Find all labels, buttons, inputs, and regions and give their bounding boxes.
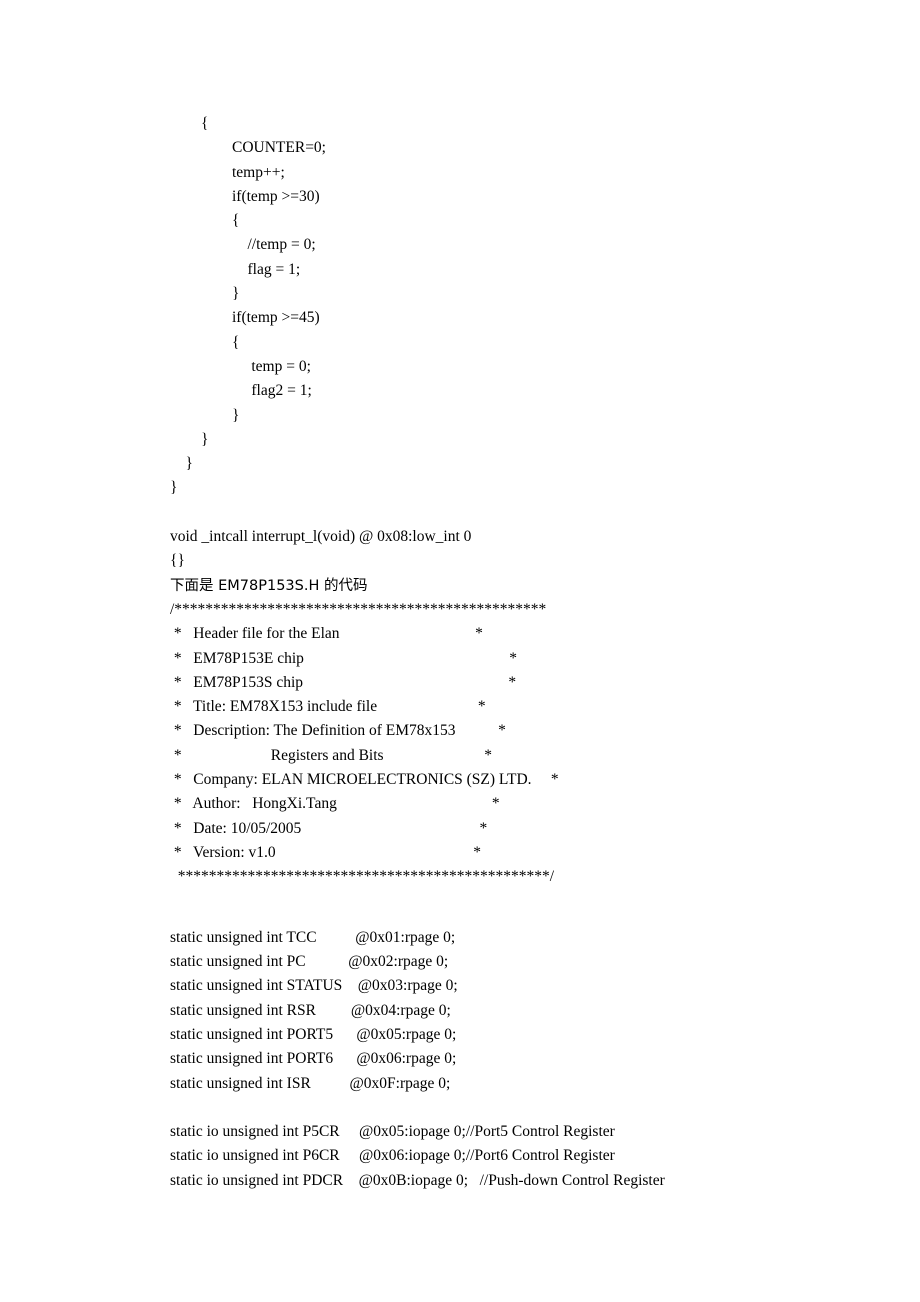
code-line: } bbox=[170, 285, 240, 303]
comment-line: /***************************************… bbox=[170, 600, 547, 618]
declaration-line: static io unsigned int PDCR @0x0B:iopage… bbox=[170, 1171, 665, 1189]
comment-line: * EM78P153S chip * bbox=[170, 673, 517, 691]
comment-line: * Registers and Bits * bbox=[170, 746, 493, 764]
declaration-line: static unsigned int STATUS @0x03:rpage 0… bbox=[170, 977, 458, 995]
code-line: { bbox=[170, 333, 240, 351]
code-line: temp = 0; bbox=[170, 357, 311, 375]
code-line: {} bbox=[170, 552, 185, 570]
comment-line: * Date: 10/05/2005 * bbox=[170, 819, 488, 837]
code-line: } bbox=[170, 406, 240, 424]
declaration-line: static unsigned int TCC @0x01:rpage 0; bbox=[170, 928, 456, 946]
code-line: void _intcall interrupt_l(void) @ 0x08:l… bbox=[170, 528, 472, 546]
cjk-note: 下面是 EM78P153S.H 的代码 bbox=[170, 577, 368, 594]
comment-line: * Title: EM78X153 include file * bbox=[170, 698, 486, 716]
document-content: { COUNTER=0; temp++; if(temp >=30) { //t… bbox=[170, 112, 870, 1193]
code-line: temp++; bbox=[170, 163, 285, 181]
code-line: { bbox=[170, 115, 209, 132]
declaration-line: static unsigned int PORT6 @0x06:rpage 0; bbox=[170, 1050, 457, 1068]
code-line: { bbox=[170, 212, 240, 230]
declaration-line: static unsigned int PC @0x02:rpage 0; bbox=[170, 953, 449, 971]
comment-line: * Header file for the Elan * bbox=[170, 625, 483, 643]
code-line: //temp = 0; bbox=[170, 236, 316, 254]
code-line: } bbox=[170, 430, 209, 448]
comment-line: * Version: v1.0 * bbox=[170, 843, 482, 861]
document-page: { COUNTER=0; temp++; if(temp >=30) { //t… bbox=[0, 0, 920, 1302]
code-line: } bbox=[170, 455, 193, 473]
comment-line: * Company: ELAN MICROELECTRONICS (SZ) LT… bbox=[170, 771, 559, 789]
comment-line: * EM78P153E chip * bbox=[170, 649, 518, 667]
code-line: flag2 = 1; bbox=[170, 382, 312, 400]
declaration-line: static unsigned int RSR @0x04:rpage 0; bbox=[170, 1001, 451, 1019]
code-line: } bbox=[170, 479, 178, 497]
code-line: flag = 1; bbox=[170, 260, 301, 278]
declaration-line: static unsigned int PORT5 @0x05:rpage 0; bbox=[170, 1025, 457, 1043]
code-line: if(temp >=45) bbox=[170, 309, 320, 327]
comment-line: * Description: The Definition of EM78x15… bbox=[170, 722, 506, 740]
declaration-line: static unsigned int ISR @0x0F:rpage 0; bbox=[170, 1074, 451, 1092]
code-line: COUNTER=0; bbox=[170, 139, 326, 157]
comment-line: ****************************************… bbox=[170, 868, 555, 886]
declaration-line: static io unsigned int P6CR @0x06:iopage… bbox=[170, 1147, 615, 1165]
comment-line: * Author: HongXi.Tang * bbox=[170, 795, 500, 813]
code-line: if(temp >=30) bbox=[170, 187, 320, 205]
declaration-line: static io unsigned int P5CR @0x05:iopage… bbox=[170, 1123, 615, 1141]
